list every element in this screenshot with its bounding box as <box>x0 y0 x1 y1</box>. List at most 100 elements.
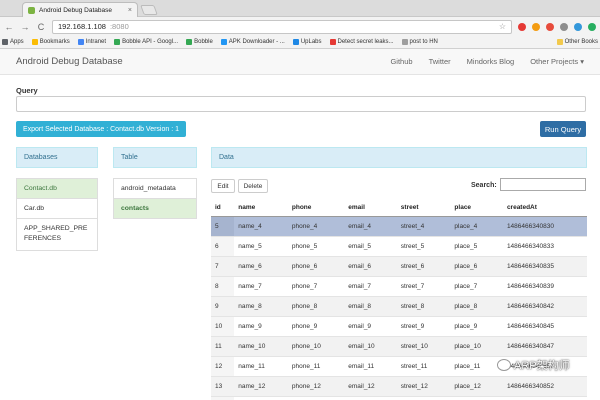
browser-tab[interactable]: Android Debug Database × <box>22 2 138 17</box>
table-row[interactable]: 10 name_9 phone_9 email_9 street_9 place_9 148… <box>211 315 587 336</box>
table-cell-name: name_6 <box>234 255 288 276</box>
edit-button[interactable]: Edit <box>211 179 235 193</box>
table-cell-createdat: 1486466340847 <box>502 335 587 356</box>
column-header-name[interactable]: name <box>234 199 288 217</box>
table-cell-createdat: 1486466340852 <box>502 375 587 396</box>
other-bookmarks-folder[interactable]: Other Books <box>556 39 598 45</box>
table-cell-createdat: 1486466340830 <box>502 215 587 236</box>
table-cell-name: name_8 <box>234 295 288 316</box>
nav-link-twitter[interactable]: Twitter <box>429 57 451 66</box>
column-header-id[interactable]: id <box>211 199 235 217</box>
forward-arrow-icon[interactable]: → <box>20 22 30 32</box>
bookmark-item[interactable]: post to HN <box>401 39 438 45</box>
table-cell-phone: phone_4 <box>287 215 345 236</box>
query-input[interactable] <box>16 96 586 112</box>
table-cell-street: street_9 <box>396 315 451 336</box>
bookmark-item[interactable]: APK Downloader - ... <box>220 39 285 45</box>
table-row[interactable]: 7 name_6 phone_6 email_6 street_6 place_6 1486… <box>211 255 587 276</box>
search-label: Search: <box>471 182 497 189</box>
table-cell-id: 12 <box>211 355 235 376</box>
bookmark-item[interactable]: UpLabs <box>292 39 322 45</box>
table-cell-name: name_4 <box>234 215 288 236</box>
extension-icon[interactable] <box>574 22 582 31</box>
table-row[interactable]: 13 name_12 phone_12 email_12 street_12 place_… <box>211 375 587 396</box>
table-cell-place: place_4 <box>450 215 503 236</box>
extension-icon[interactable] <box>560 22 568 31</box>
extension-icon[interactable] <box>546 22 554 31</box>
table-list: android_metadata contacts <box>113 178 197 219</box>
app-brand[interactable]: Android Debug Database <box>16 56 123 67</box>
table-cell-createdat: 1486466340833 <box>502 235 587 256</box>
column-header-place[interactable]: place <box>450 199 503 217</box>
table-cell-phone: phone_11 <box>287 355 345 376</box>
watermark: ARP架构师 <box>497 357 570 373</box>
table-row[interactable]: 8 name_7 phone_7 email_7 street_7 place_7 1486… <box>211 275 587 296</box>
table-row[interactable]: 9 name_8 phone_8 email_8 street_8 place_8 1486… <box>211 295 587 316</box>
table-item-android-metadata[interactable]: android_metadata <box>113 178 197 199</box>
reload-icon[interactable]: C <box>36 22 46 32</box>
bookmark-label: Intranet <box>85 39 107 45</box>
bookmark-item[interactable]: Bobble <box>186 39 213 45</box>
other-bookmarks-label: Other Books <box>564 39 598 45</box>
extension-icon[interactable] <box>532 22 540 31</box>
delete-button[interactable]: Delete <box>238 179 268 193</box>
bookmark-item[interactable]: Intranet <box>77 39 107 45</box>
table-cell-name: name_5 <box>234 235 288 256</box>
table-cell-street: street_11 <box>396 355 451 376</box>
table-cell-street: street_8 <box>396 295 451 316</box>
table-item-contacts[interactable]: contacts <box>113 199 197 219</box>
extension-icon[interactable] <box>588 22 596 31</box>
table-cell-phone: phone_7 <box>287 275 345 296</box>
app-navbar: Android Debug Database Github Twitter Mi… <box>0 49 600 75</box>
table-row[interactable]: 5 name_4 phone_4 email_4 street_4 place_4 1486… <box>211 215 587 236</box>
database-item-car[interactable]: Car.db <box>16 199 98 220</box>
table-cell-createdat: 1486466340842 <box>502 295 587 316</box>
column-header-phone[interactable]: phone <box>287 199 345 217</box>
bookmark-label: UpLabs <box>300 39 322 45</box>
tab-close-icon[interactable]: × <box>128 7 132 14</box>
table-cell-phone: phone_6 <box>287 255 345 276</box>
bookmark-star-icon[interactable]: ☆ <box>499 22 506 31</box>
database-item-contact[interactable]: Contact.db <box>16 178 98 200</box>
bookmark-label: Apps <box>10 39 24 45</box>
table-cell-street: street_13 <box>396 395 451 400</box>
bookmark-item[interactable]: Bookmarks <box>31 39 70 45</box>
run-query-button[interactable]: Run Query <box>540 121 586 137</box>
table-row[interactable]: 11 name_10 phone_10 email_10 street_10 place_… <box>211 335 587 356</box>
nav-dropdown-other-projects[interactable]: Other Projects ▾ <box>530 57 584 66</box>
column-header-street[interactable]: street <box>396 199 451 217</box>
bookmark-label: Bookmarks <box>39 39 70 45</box>
column-header-createdat[interactable]: createdAt <box>502 199 587 217</box>
bookmark-item[interactable]: Detect secret leaks... <box>329 39 394 45</box>
table-cell-place: place_13 <box>450 395 503 400</box>
bookmark-favicon-icon <box>292 39 299 45</box>
bookmark-label: APK Downloader - ... <box>228 39 285 45</box>
table-row[interactable]: 14name_13phone_13email_13street_13place_… <box>211 395 587 400</box>
bookmark-label: Detect secret leaks... <box>337 39 394 45</box>
database-item-app-shared-preferences[interactable]: APP_SHARED_PREFERENCES <box>16 219 98 252</box>
bookmark-item[interactable]: Apps <box>2 39 24 45</box>
table-cell-phone: phone_13 <box>287 395 345 400</box>
browser-toolbar: ← → C 192.168.1.108:8080 ☆ <box>0 17 600 36</box>
table-cell-name: name_10 <box>234 335 288 356</box>
nav-link-github[interactable]: Github <box>390 57 412 66</box>
table-cell-email: email_8 <box>344 295 397 316</box>
bookmark-favicon-icon <box>220 39 227 45</box>
bookmark-item[interactable]: Bobble API - Googl... <box>114 39 178 45</box>
table-cell-createdat: 1486466340835 <box>502 255 587 276</box>
new-tab-button[interactable] <box>140 5 158 15</box>
table-row[interactable]: 6 name_5 phone_5 email_5 street_5 place_5 1486… <box>211 235 587 256</box>
bookmarks-bar: Apps Bookmarks Intranet Bobble API - Googl.… <box>0 36 600 49</box>
opera-extension-icon[interactable] <box>518 22 526 31</box>
bookmark-label: post to HN <box>409 39 438 45</box>
back-arrow-icon[interactable]: ← <box>4 22 14 32</box>
nav-link-mindorks-blog[interactable]: Mindorks Blog <box>467 57 515 66</box>
column-header-email[interactable]: email <box>344 199 397 217</box>
folder-icon <box>556 39 563 45</box>
table-cell-phone: phone_8 <box>287 295 345 316</box>
table-cell-phone: phone_5 <box>287 235 345 256</box>
table-cell-street: street_12 <box>396 375 451 396</box>
address-bar[interactable]: 192.168.1.108:8080 ☆ <box>52 19 512 34</box>
search-input[interactable] <box>500 178 586 191</box>
export-database-button[interactable]: Export Selected Database : Contact.db Ve… <box>16 121 186 137</box>
